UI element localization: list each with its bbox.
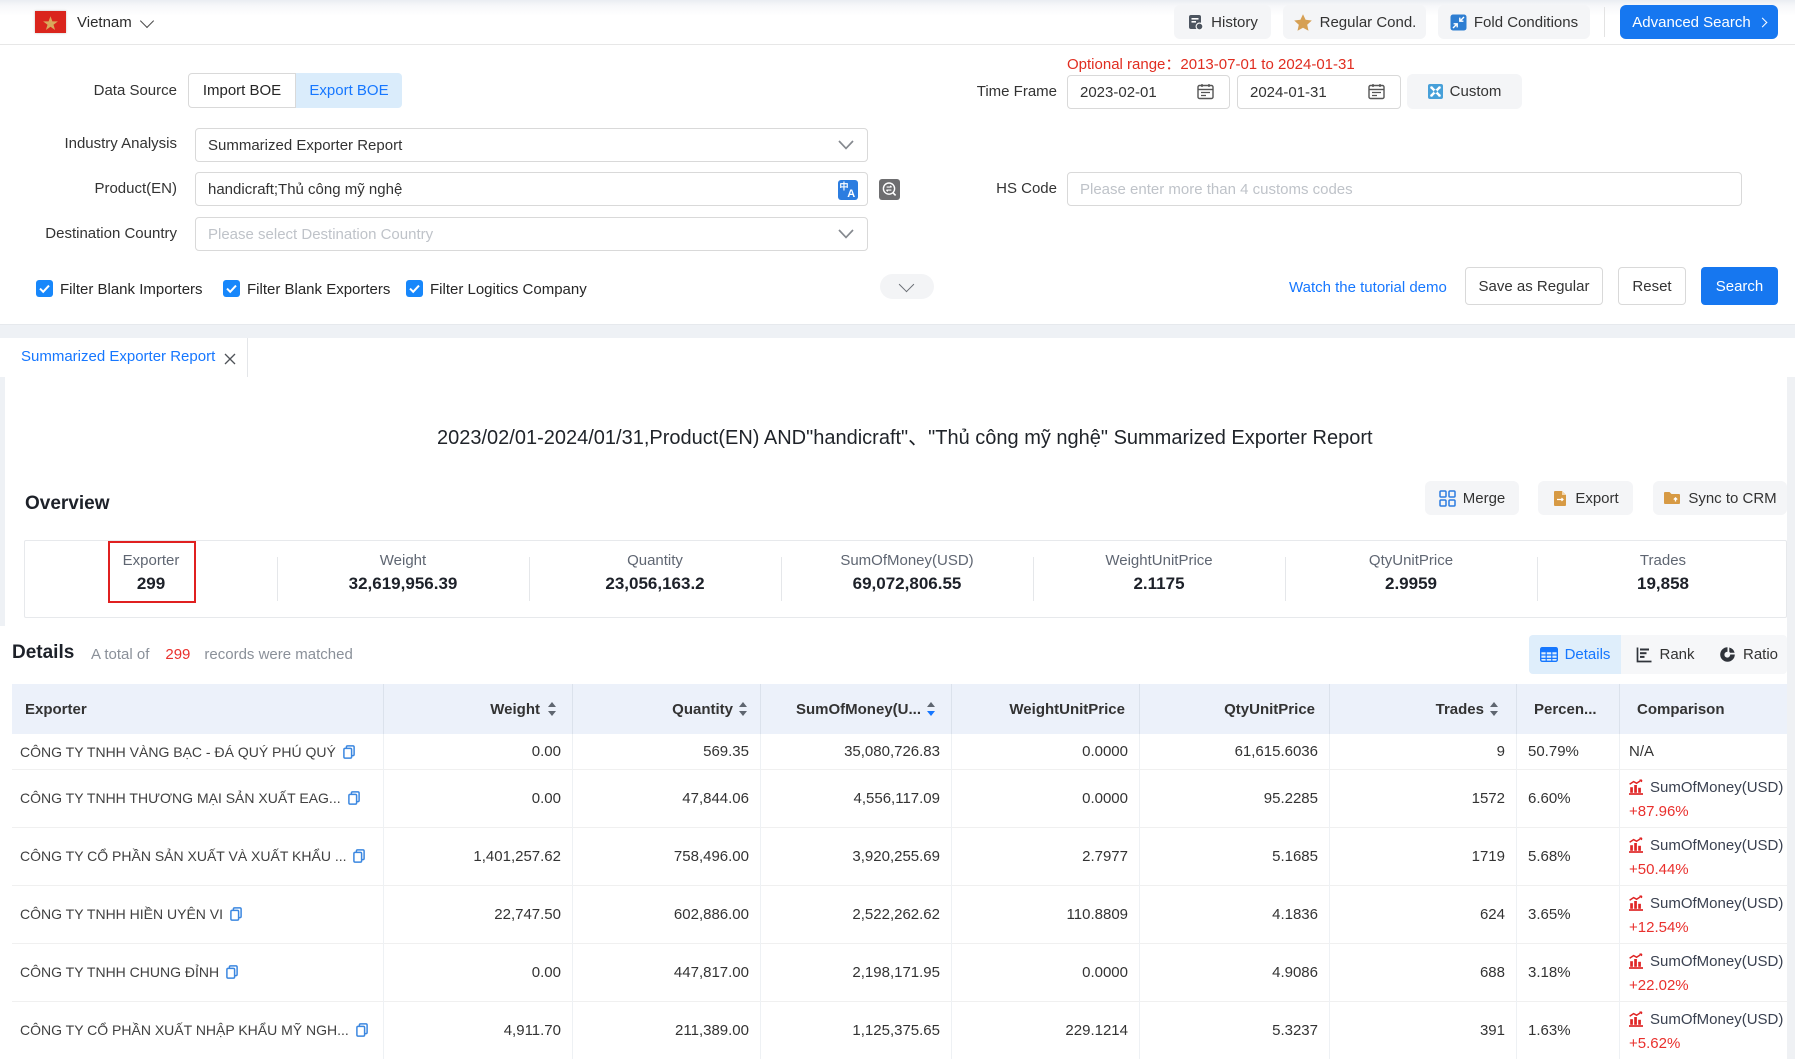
svg-text:A: A [847, 188, 855, 200]
